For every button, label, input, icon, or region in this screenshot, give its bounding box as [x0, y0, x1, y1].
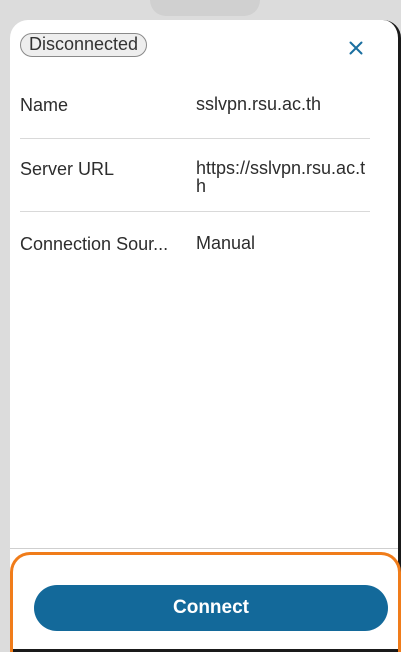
detail-value: Manual: [196, 233, 256, 253]
backdrop-handle: [150, 0, 260, 16]
detail-value: sslvpn.rsu.ac.th: [196, 94, 322, 114]
detail-value: https://sslvpn.rsu.ac.th: [196, 158, 366, 196]
connection-details: Name sslvpn.rsu.ac.th Server URL https:/…: [20, 72, 370, 252]
detail-row-connection-source: Connection Sour... Manual: [20, 212, 370, 252]
detail-row-server-url: Server URL https://sslvpn.rsu.ac.th: [20, 139, 370, 212]
detail-label: Server URL: [20, 159, 115, 179]
status-badge: Disconnected: [20, 33, 148, 57]
footer-divider: [10, 548, 398, 549]
detail-label: Connection Sour...: [20, 234, 169, 252]
detail-label: Name: [20, 95, 69, 115]
close-icon: [349, 41, 363, 55]
connect-button[interactable]: Connect: [34, 585, 388, 631]
detail-row-name: Name sslvpn.rsu.ac.th: [20, 72, 370, 139]
close-button[interactable]: [342, 34, 370, 62]
